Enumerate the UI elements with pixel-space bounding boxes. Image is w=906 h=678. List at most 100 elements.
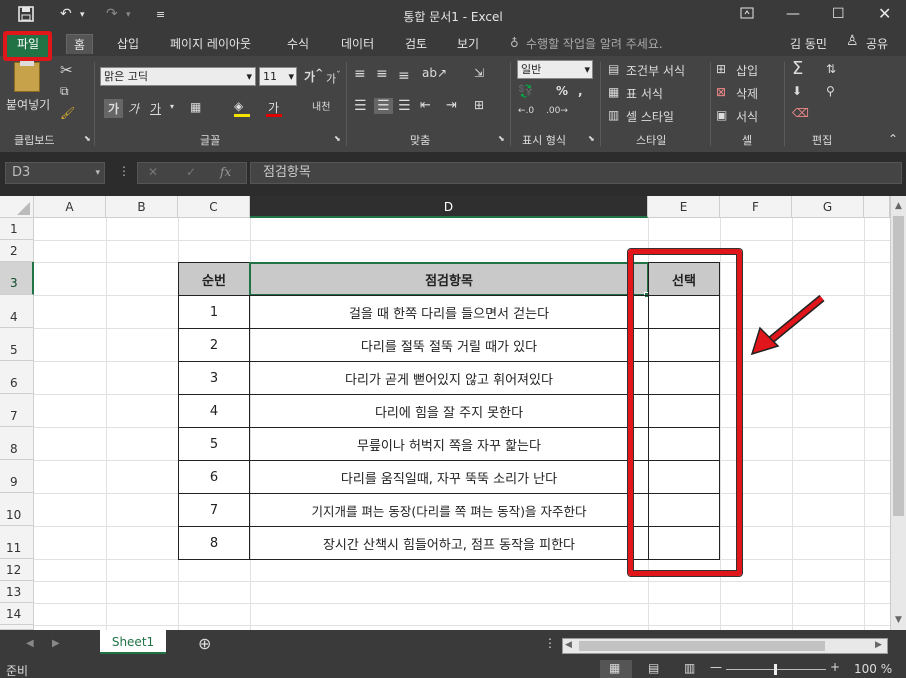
row-header-3[interactable]: 3: [0, 262, 34, 295]
table-cell-item[interactable]: 걸을 때 한쪽 다리를 들으면서 걷는다: [249, 295, 649, 329]
align-dialog-launcher-icon[interactable]: ⬊: [498, 134, 505, 143]
table-header-no[interactable]: 순번: [178, 262, 250, 296]
column-header-h[interactable]: [864, 196, 890, 218]
name-box[interactable]: D3 ▾: [5, 162, 105, 184]
number-format-combo[interactable]: 일반 ▾: [517, 60, 593, 79]
horizontal-scrollbar[interactable]: ◀ ▶: [562, 638, 888, 654]
format-as-table-button[interactable]: 표 서식: [626, 85, 663, 102]
copy-icon[interactable]: ⧉: [60, 84, 69, 99]
underline-icon[interactable]: 가: [150, 100, 161, 117]
percent-icon[interactable]: %: [556, 84, 568, 98]
row-header-11[interactable]: 11: [0, 526, 34, 559]
format-cells-icon[interactable]: ▣: [716, 108, 727, 122]
font-name-combo[interactable]: 맑은 고딕 ▾: [100, 67, 256, 86]
tab-view[interactable]: 보기: [450, 34, 486, 54]
shrink-font-icon[interactable]: 가ˇ: [326, 70, 341, 87]
normal-view-icon[interactable]: ▦: [609, 661, 620, 675]
decrease-indent-icon[interactable]: ⇤: [420, 98, 431, 113]
font-dialog-launcher-icon[interactable]: ⬊: [334, 134, 341, 143]
conditional-format-icon[interactable]: ▤: [608, 62, 619, 76]
vertical-scroll-thumb[interactable]: [893, 216, 904, 516]
paste-button[interactable]: 붙여넣기: [6, 96, 50, 113]
tab-file[interactable]: 파일: [10, 34, 46, 54]
paste-icon[interactable]: [14, 62, 40, 92]
comma-style-icon[interactable]: ,: [578, 84, 583, 98]
insert-cells-button[interactable]: 삽입: [736, 62, 758, 79]
fill-icon[interactable]: ⬇: [792, 84, 802, 98]
table-cell-item[interactable]: 무릎이나 허벅지 쪽을 자꾸 핥는다: [249, 427, 649, 461]
align-center-icon[interactable]: ☰: [374, 98, 393, 114]
column-header-a[interactable]: A: [34, 196, 106, 218]
select-all-corner[interactable]: [0, 196, 34, 218]
italic-icon[interactable]: 가: [128, 100, 139, 117]
autosum-icon[interactable]: Σ: [792, 58, 803, 79]
column-header-f[interactable]: F: [720, 196, 792, 218]
table-cell-no[interactable]: 3: [178, 361, 250, 395]
table-cell-item[interactable]: 다리에 힘을 잘 주지 못한다: [249, 394, 649, 428]
minimize-icon[interactable]: —: [786, 6, 800, 22]
column-header-c[interactable]: C: [178, 196, 250, 218]
share-button[interactable]: 공유: [866, 35, 888, 52]
tab-formulas[interactable]: 수식: [280, 34, 316, 54]
fill-color-icon[interactable]: ◈: [234, 99, 243, 113]
more-options-icon[interactable]: ⋮: [118, 164, 130, 178]
next-sheet-icon[interactable]: ▶: [52, 638, 60, 649]
horizontal-scroll-thumb[interactable]: [579, 641, 825, 651]
table-cell-no[interactable]: 7: [178, 493, 250, 527]
delete-cells-button[interactable]: 삭제: [736, 85, 758, 102]
sort-filter-icon[interactable]: ⇅: [826, 62, 836, 76]
share-icon[interactable]: ♙: [846, 33, 859, 49]
tab-insert[interactable]: 삽입: [110, 34, 146, 54]
formula-input[interactable]: 점검항목: [250, 162, 902, 184]
align-right-icon[interactable]: ☰: [398, 98, 411, 114]
table-cell-item[interactable]: 다리를 절뚝 절뚝 거릴 때가 있다: [249, 328, 649, 362]
table-cell-item[interactable]: 다리가 곧게 뻗어있지 않고 휘어져있다: [249, 361, 649, 395]
align-middle-icon[interactable]: ≡: [376, 66, 388, 82]
table-cell-no[interactable]: 6: [178, 460, 250, 494]
row-header-2[interactable]: 2: [0, 240, 34, 262]
align-left-icon[interactable]: ☰: [354, 98, 367, 114]
scroll-right-icon[interactable]: ▶: [875, 640, 882, 650]
row-header-10[interactable]: 10: [0, 493, 34, 526]
insert-function-icon[interactable]: fx: [220, 165, 231, 179]
zoom-slider-thumb[interactable]: [774, 664, 777, 675]
row-header-6[interactable]: 6: [0, 361, 34, 394]
column-header-e[interactable]: E: [648, 196, 720, 218]
grow-font-icon[interactable]: 가^: [304, 68, 323, 85]
page-break-view-icon[interactable]: ▥: [684, 661, 695, 675]
format-as-table-icon[interactable]: ▦: [608, 85, 619, 99]
tab-review[interactable]: 검토: [398, 34, 434, 54]
tab-home[interactable]: 홈: [66, 34, 94, 54]
row-header-1[interactable]: 1: [0, 218, 34, 240]
border-icon[interactable]: ▦: [190, 100, 201, 114]
increase-decimal-icon[interactable]: ←.0: [518, 106, 534, 116]
table-cell-item[interactable]: 기지개를 펴는 동장(다리를 쪽 펴는 동작)을 자주한다: [249, 493, 649, 527]
maximize-icon[interactable]: ☐: [832, 6, 845, 22]
ribbon-display-icon[interactable]: [740, 6, 754, 23]
scroll-left-icon[interactable]: ◀: [565, 640, 572, 650]
close-icon[interactable]: ✕: [878, 4, 891, 23]
tab-page-layout[interactable]: 페이지 레이아웃: [163, 34, 258, 54]
user-name[interactable]: 김 동민: [790, 35, 827, 52]
table-cell-item[interactable]: 다리를 움직일때, 자꾸 뚝뚝 소리가 난다: [249, 460, 649, 494]
phonetic-icon[interactable]: 내천: [312, 98, 330, 113]
add-sheet-icon[interactable]: ⊕: [198, 634, 211, 653]
wrap-text-icon[interactable]: ⇲: [474, 66, 484, 80]
split-handle-icon[interactable]: ⋮: [544, 636, 556, 650]
align-bottom-icon[interactable]: ≡: [398, 68, 410, 84]
align-top-icon[interactable]: ≡: [354, 66, 366, 82]
zoom-out-icon[interactable]: —: [710, 660, 722, 674]
column-header-d[interactable]: D: [250, 196, 648, 218]
scroll-up-icon[interactable]: ▲: [891, 198, 906, 214]
column-header-b[interactable]: B: [106, 196, 178, 218]
row-header-9[interactable]: 9: [0, 460, 34, 493]
row-header-13[interactable]: 13: [0, 581, 34, 603]
row-header-14[interactable]: 14: [0, 603, 34, 625]
row-header-5[interactable]: 5: [0, 328, 34, 361]
number-dialog-launcher-icon[interactable]: ⬊: [588, 134, 595, 143]
currency-icon[interactable]: 💱: [518, 84, 533, 98]
dialog-launcher-icon[interactable]: ⬊: [84, 134, 91, 143]
prev-sheet-icon[interactable]: ◀: [26, 638, 34, 649]
orientation-icon[interactable]: ab↗: [422, 66, 447, 80]
vertical-scrollbar[interactable]: ▲ ▼: [890, 196, 906, 630]
